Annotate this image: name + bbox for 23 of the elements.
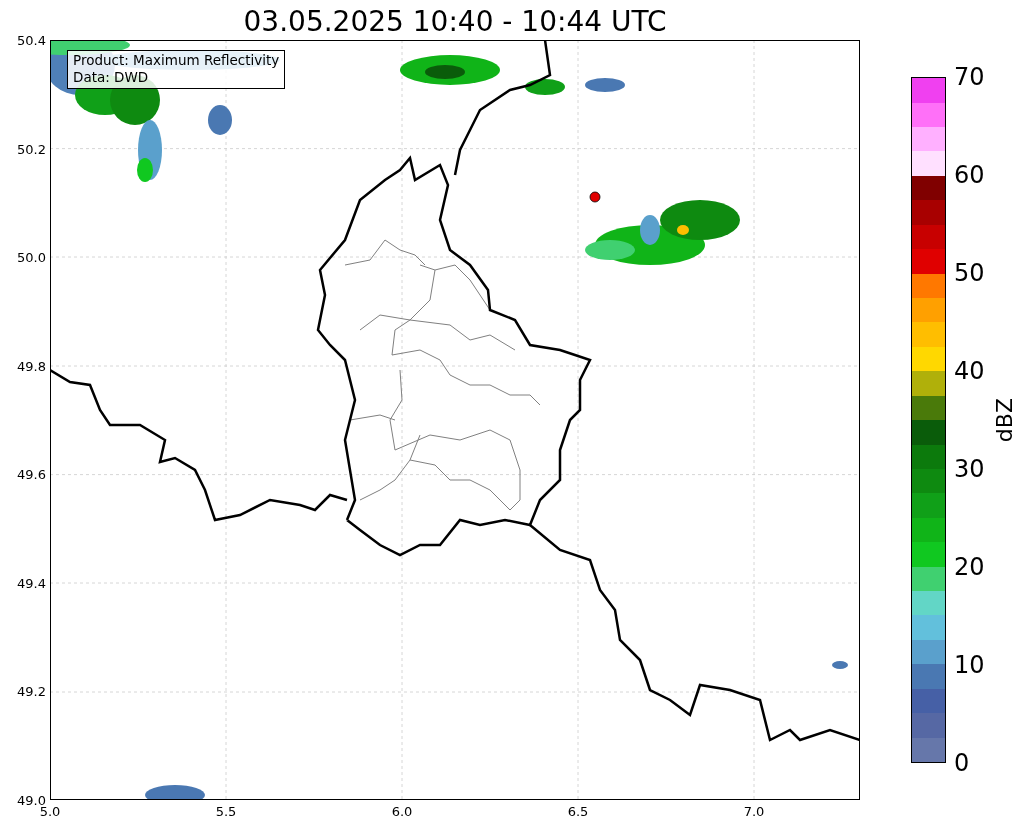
info-text: Data: DWD bbox=[73, 69, 150, 86]
x-tick-label: 7.0 bbox=[743, 804, 765, 819]
colorbar-tick-label: 60 bbox=[954, 161, 985, 189]
chart-title: 03.05.2025 10:40 - 10:44 UTC bbox=[243, 4, 667, 40]
y-tick-label: 49.2 bbox=[17, 683, 46, 699]
y-tick-label: 50.4 bbox=[17, 32, 46, 48]
x-tick-label: 6.5 bbox=[567, 804, 589, 819]
x-tick-label: 6.0 bbox=[391, 804, 413, 819]
colorbar-tick-label: 40 bbox=[954, 357, 985, 385]
y-tick-label: 50.2 bbox=[17, 141, 46, 157]
info-text: Product: Maximum Reflectivity bbox=[73, 52, 280, 69]
colorbar-tick-label: 0 bbox=[954, 749, 970, 777]
y-tick-label: 49.4 bbox=[17, 575, 46, 591]
colorbar-tick-label: 30 bbox=[954, 455, 985, 483]
y-tick-label: 49.6 bbox=[17, 466, 46, 482]
y-tick-label: 50.0 bbox=[17, 249, 46, 265]
y-tick-label: 49.8 bbox=[17, 358, 46, 374]
colorbar-tick-label: 10 bbox=[954, 651, 985, 679]
colorbar-label: dBZ bbox=[992, 397, 1017, 443]
colorbar-tick-label: 50 bbox=[954, 259, 985, 287]
colorbar-tick-label: 70 bbox=[954, 63, 985, 91]
colorbar-tick-label: 20 bbox=[954, 553, 985, 581]
x-tick-label: 5.5 bbox=[215, 804, 237, 819]
